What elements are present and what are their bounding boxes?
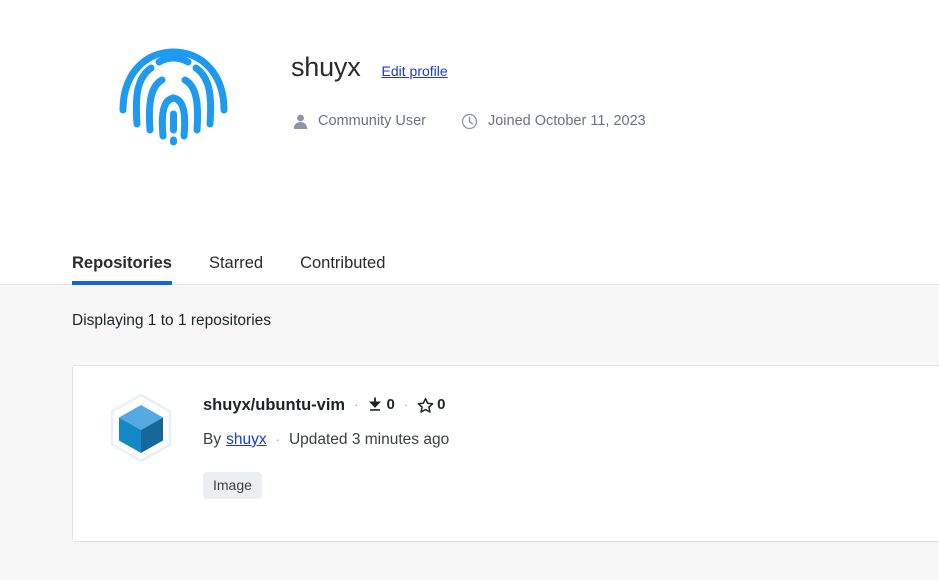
person-icon — [291, 112, 309, 130]
profile-joined-date: Joined October 11, 2023 — [461, 111, 646, 131]
docker-hub-profile-page: shuyx Edit profile Community User — [0, 0, 939, 580]
repositories-content: Displaying 1 to 1 repositories shuyx/ubu… — [0, 285, 939, 580]
profile-tabs-bar: Repositories Starred Contributed — [0, 240, 939, 285]
star-icon — [417, 397, 434, 414]
repository-owner-link[interactable]: shuyx — [226, 430, 267, 450]
repository-title-row: shuyx/ubuntu-vim · 0 · — [203, 394, 449, 416]
repository-name-link[interactable]: shuyx/ubuntu-vim — [203, 394, 345, 416]
downloads-stat: 0 — [367, 394, 394, 416]
download-icon — [367, 397, 383, 413]
edit-profile-link[interactable]: Edit profile — [382, 62, 448, 80]
profile-account-type: Community User — [291, 111, 426, 131]
account-type-label: Community User — [318, 111, 426, 131]
page-title: shuyx — [291, 50, 361, 84]
repository-card-inner: shuyx/ubuntu-vim · 0 · — [73, 366, 939, 499]
tab-contributed[interactable]: Contributed — [300, 253, 385, 284]
title-separator-1: · — [354, 394, 358, 416]
results-count-label: Displaying 1 to 1 repositories — [72, 311, 271, 331]
downloads-count: 0 — [386, 394, 394, 416]
status-badge: Image — [203, 472, 262, 499]
repository-updated-label: Updated 3 minutes ago — [289, 430, 449, 450]
repository-details: shuyx/ubuntu-vim · 0 · — [203, 386, 449, 499]
repository-badge-row: Image — [203, 472, 449, 499]
clock-icon — [461, 112, 479, 130]
repository-card[interactable]: shuyx/ubuntu-vim · 0 · — [72, 365, 939, 542]
title-separator-2: · — [404, 394, 408, 416]
meta-separator: · — [276, 430, 280, 450]
cube-icon — [105, 392, 177, 464]
profile-meta-row: Community User Joined October 11, 2023 — [291, 111, 891, 131]
joined-date-label: Joined October 11, 2023 — [488, 111, 646, 131]
stars-stat: 0 — [417, 394, 445, 416]
tab-repositories[interactable]: Repositories — [72, 253, 172, 284]
profile-tabs: Repositories Starred Contributed — [72, 253, 385, 284]
profile-info: shuyx Edit profile Community User — [291, 50, 891, 131]
fingerprint-icon — [117, 38, 230, 153]
by-label: By — [203, 430, 221, 450]
repository-meta-row: By shuyx · Updated 3 minutes ago — [203, 430, 449, 450]
tab-starred[interactable]: Starred — [209, 253, 263, 284]
profile-header: shuyx Edit profile Community User — [0, 0, 939, 240]
stars-count: 0 — [437, 394, 445, 416]
profile-name-row: shuyx Edit profile — [291, 50, 891, 88]
